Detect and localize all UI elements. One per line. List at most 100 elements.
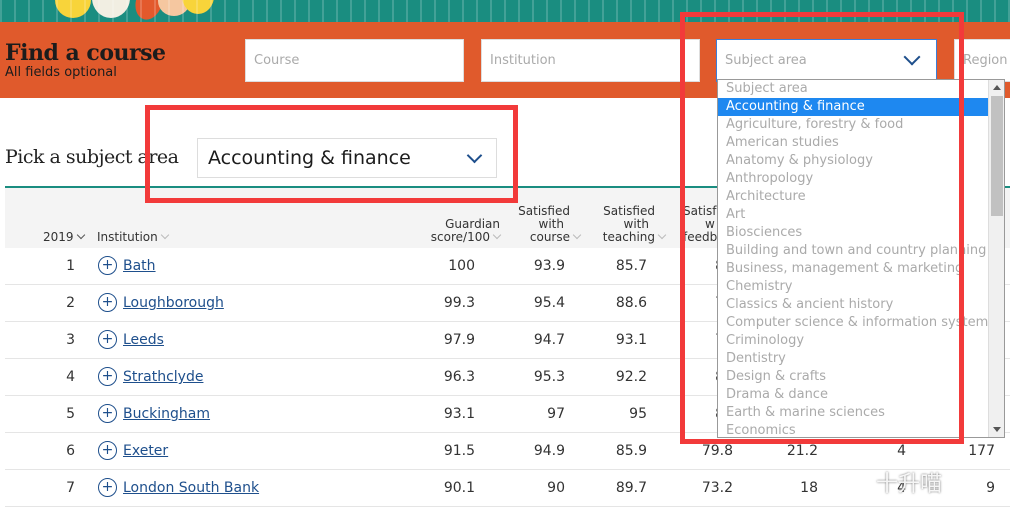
course-input[interactable]: Course: [245, 39, 464, 82]
expand-row-icon[interactable]: +: [98, 404, 117, 423]
column-header-guardian-score[interactable]: Guardian score/100: [410, 218, 502, 244]
dropdown-option[interactable]: Computer science & information systems: [718, 314, 989, 332]
value-cell-feedback: 73.2: [701, 480, 733, 496]
dropdown-option[interactable]: Art: [718, 206, 989, 224]
value-cell-course: 90: [547, 480, 565, 496]
banner-stripe: [714, 0, 716, 22]
dropdown-option[interactable]: Anthropology: [718, 170, 989, 188]
value-cell-score: 100: [448, 258, 475, 274]
banner-stripe: [994, 0, 996, 22]
pick-subject-label: Pick a subject area: [5, 146, 179, 168]
institution-link[interactable]: Leeds: [123, 332, 164, 348]
value-cell-score: 97.9: [443, 332, 475, 348]
dropdown-option[interactable]: Earth & marine sciences: [718, 404, 989, 422]
banner-stripe: [952, 0, 954, 22]
value-cell-course: 94.7: [533, 332, 565, 348]
dropdown-option[interactable]: Architecture: [718, 188, 989, 206]
expand-row-icon[interactable]: +: [98, 293, 117, 312]
header-line: course: [529, 230, 570, 244]
banner-stripe: [602, 0, 604, 22]
banner-stripe: [252, 0, 254, 22]
banner-stripe: [406, 0, 408, 22]
dropdown-option[interactable]: Design & crafts: [718, 368, 989, 386]
column-header-year-label: 2019: [43, 230, 74, 244]
dropdown-option[interactable]: Biosciences: [718, 224, 989, 242]
dropdown-option[interactable]: Drama & dance: [718, 386, 989, 404]
banner-stripe: [812, 0, 814, 22]
expand-row-icon[interactable]: +: [98, 367, 117, 386]
region-input[interactable]: Region: [954, 39, 1010, 82]
banner-stripe: [14, 0, 16, 22]
dropdown-scrollbar[interactable]: [988, 80, 1004, 437]
banner-stripe: [546, 0, 548, 22]
dropdown-option[interactable]: Agriculture, forestry & food: [718, 116, 989, 134]
value-cell-score: 91.5: [443, 443, 475, 459]
institution-link[interactable]: Exeter: [123, 443, 168, 459]
value-cell-score: 96.3: [443, 369, 475, 385]
scroll-up-icon[interactable]: [993, 85, 1001, 90]
banner-stripe: [154, 0, 156, 22]
rank-cell: 3: [66, 332, 75, 348]
header-subtitle: All fields optional: [5, 65, 117, 80]
banner-stripe: [910, 0, 912, 22]
value-cell-score: 99.3: [443, 295, 475, 311]
dropdown-option[interactable]: Economics: [718, 422, 989, 437]
institution-link[interactable]: Strathclyde: [123, 369, 203, 385]
subject-area-select[interactable]: Subject area: [716, 39, 937, 82]
header-title: Find a course: [5, 40, 166, 66]
value-cell-teaching: 95: [629, 406, 647, 422]
banner-stripe: [532, 0, 534, 22]
rank-cell: 4: [66, 369, 75, 385]
expand-row-icon[interactable]: +: [98, 330, 117, 349]
dropdown-option[interactable]: Anatomy & physiology: [718, 152, 989, 170]
banner-stripe: [182, 0, 184, 22]
expand-row-icon[interactable]: +: [98, 478, 117, 497]
dropdown-option[interactable]: Chemistry: [718, 278, 989, 296]
value-cell-course: 94.9: [533, 443, 565, 459]
dropdown-option[interactable]: Accounting & finance: [718, 98, 989, 116]
subject-area-dropdown-list[interactable]: Subject area Accounting & finance Agricult…: [717, 79, 1005, 438]
scroll-down-icon[interactable]: [993, 427, 1001, 432]
banner-stripe: [28, 0, 30, 22]
chevron-down-icon: [466, 147, 483, 163]
value-cell-course: 95.3: [533, 369, 565, 385]
banner-stripe: [462, 0, 464, 22]
column-header-satisfied-teaching[interactable]: Satisfied with teaching: [585, 205, 667, 244]
dropdown-option[interactable]: Classics & ancient history: [718, 296, 989, 314]
institution-link[interactable]: Bath: [123, 258, 156, 274]
banner-stripe: [168, 0, 170, 22]
column-header-year[interactable]: 2019: [43, 230, 85, 244]
column-header-satisfied-course[interactable]: Satisfied with course: [500, 205, 582, 244]
header-line: score/100: [430, 230, 490, 244]
institution-input[interactable]: Institution: [481, 39, 700, 82]
scroll-thumb[interactable]: [991, 96, 1003, 216]
institution-link[interactable]: Loughborough: [123, 295, 224, 311]
banner-stripe: [700, 0, 702, 22]
dropdown-option[interactable]: Building and town and country planning: [718, 242, 989, 260]
dropdown-option[interactable]: Criminology: [718, 332, 989, 350]
banner-stripe: [560, 0, 562, 22]
dropdown-option[interactable]: Dentistry: [718, 350, 989, 368]
banner-stripe: [728, 0, 730, 22]
value-cell-c5: 18: [800, 480, 818, 496]
banner-stripe: [224, 0, 226, 22]
dropdown-option[interactable]: Subject area: [718, 80, 989, 98]
banner-stripe: [630, 0, 632, 22]
rank-cell: 5: [66, 406, 75, 422]
pick-subject-select[interactable]: Accounting & finance: [197, 138, 497, 178]
dropdown-option[interactable]: Business, management & marketing: [718, 260, 989, 278]
expand-row-icon[interactable]: +: [98, 441, 117, 460]
pick-subject-value: Accounting & finance: [208, 147, 411, 169]
chevron-down-icon: [903, 48, 921, 65]
value-cell-teaching: 85.7: [615, 258, 647, 274]
banner-stripe: [378, 0, 380, 22]
column-header-institution[interactable]: Institution: [97, 231, 169, 244]
value-cell-teaching: 92.2: [615, 369, 647, 385]
institution-link[interactable]: Buckingham: [123, 406, 210, 422]
banner-stripe: [574, 0, 576, 22]
expand-row-icon[interactable]: +: [98, 256, 117, 275]
sort-caret-icon: [76, 230, 85, 240]
institution-link[interactable]: London South Bank: [123, 480, 259, 496]
dropdown-option[interactable]: American studies: [718, 134, 989, 152]
banner-stripe: [322, 0, 324, 22]
